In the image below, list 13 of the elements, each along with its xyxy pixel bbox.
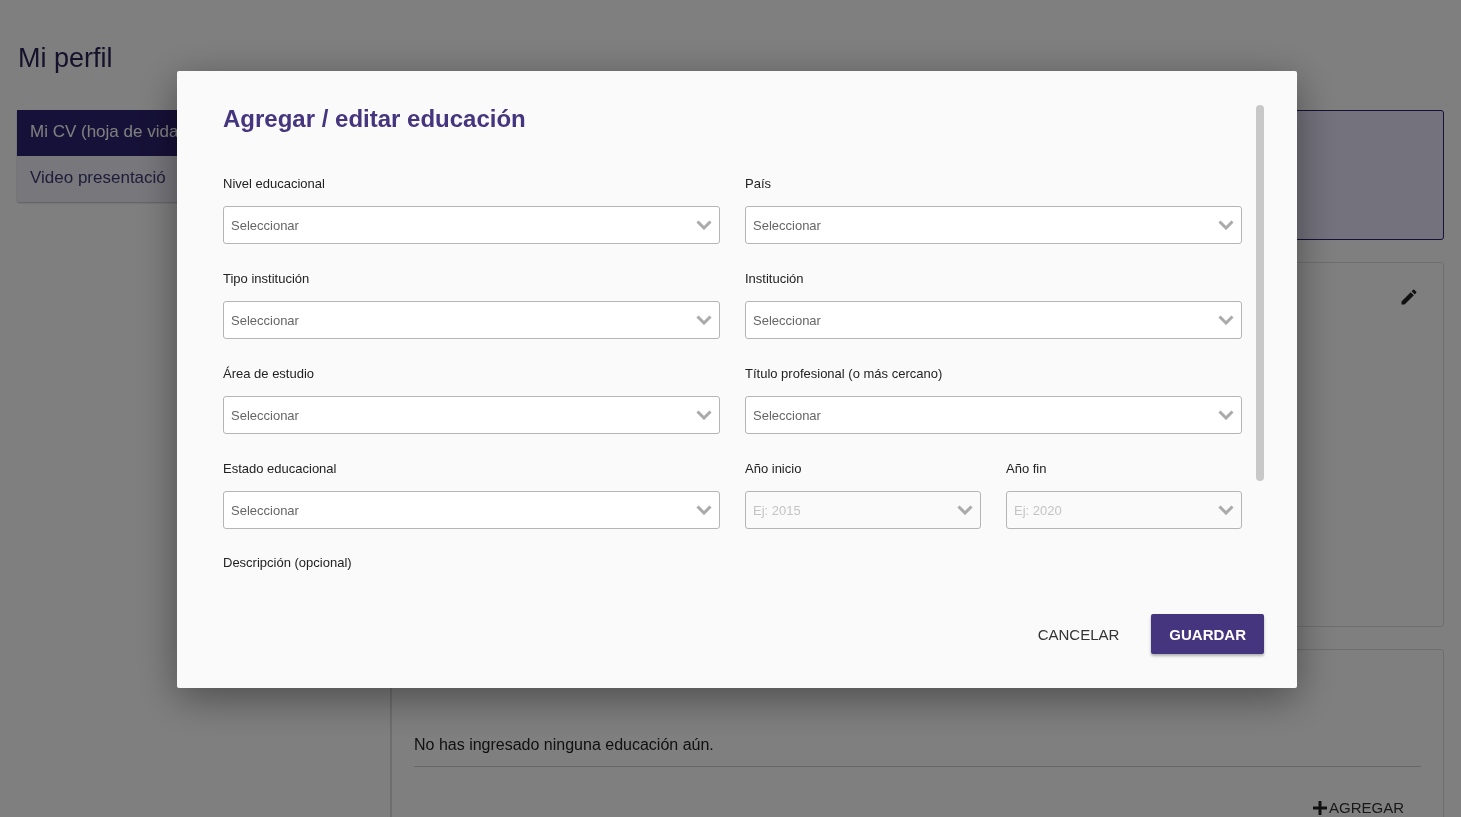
- field-label: Nivel educacional: [223, 176, 326, 192]
- field-label: Tipo institución: [223, 271, 311, 287]
- field-label: Año inicio: [745, 461, 803, 477]
- empty-message: No has ingresado ninguna educación aún.: [414, 736, 1421, 767]
- field-label: Título profesional (o más cercano): [745, 366, 944, 382]
- field-label: Estado educacional: [223, 461, 338, 477]
- field-label: Año fin: [1006, 461, 1048, 477]
- field-label: Área de estudio: [223, 366, 316, 382]
- page-title: Mi perfil: [18, 42, 114, 75]
- field-label: Institución: [745, 271, 805, 287]
- field-label: País: [745, 176, 772, 192]
- field-label: Descripción (opcional): [223, 555, 353, 570]
- dialog-title: Agregar / editar educación: [223, 104, 527, 134]
